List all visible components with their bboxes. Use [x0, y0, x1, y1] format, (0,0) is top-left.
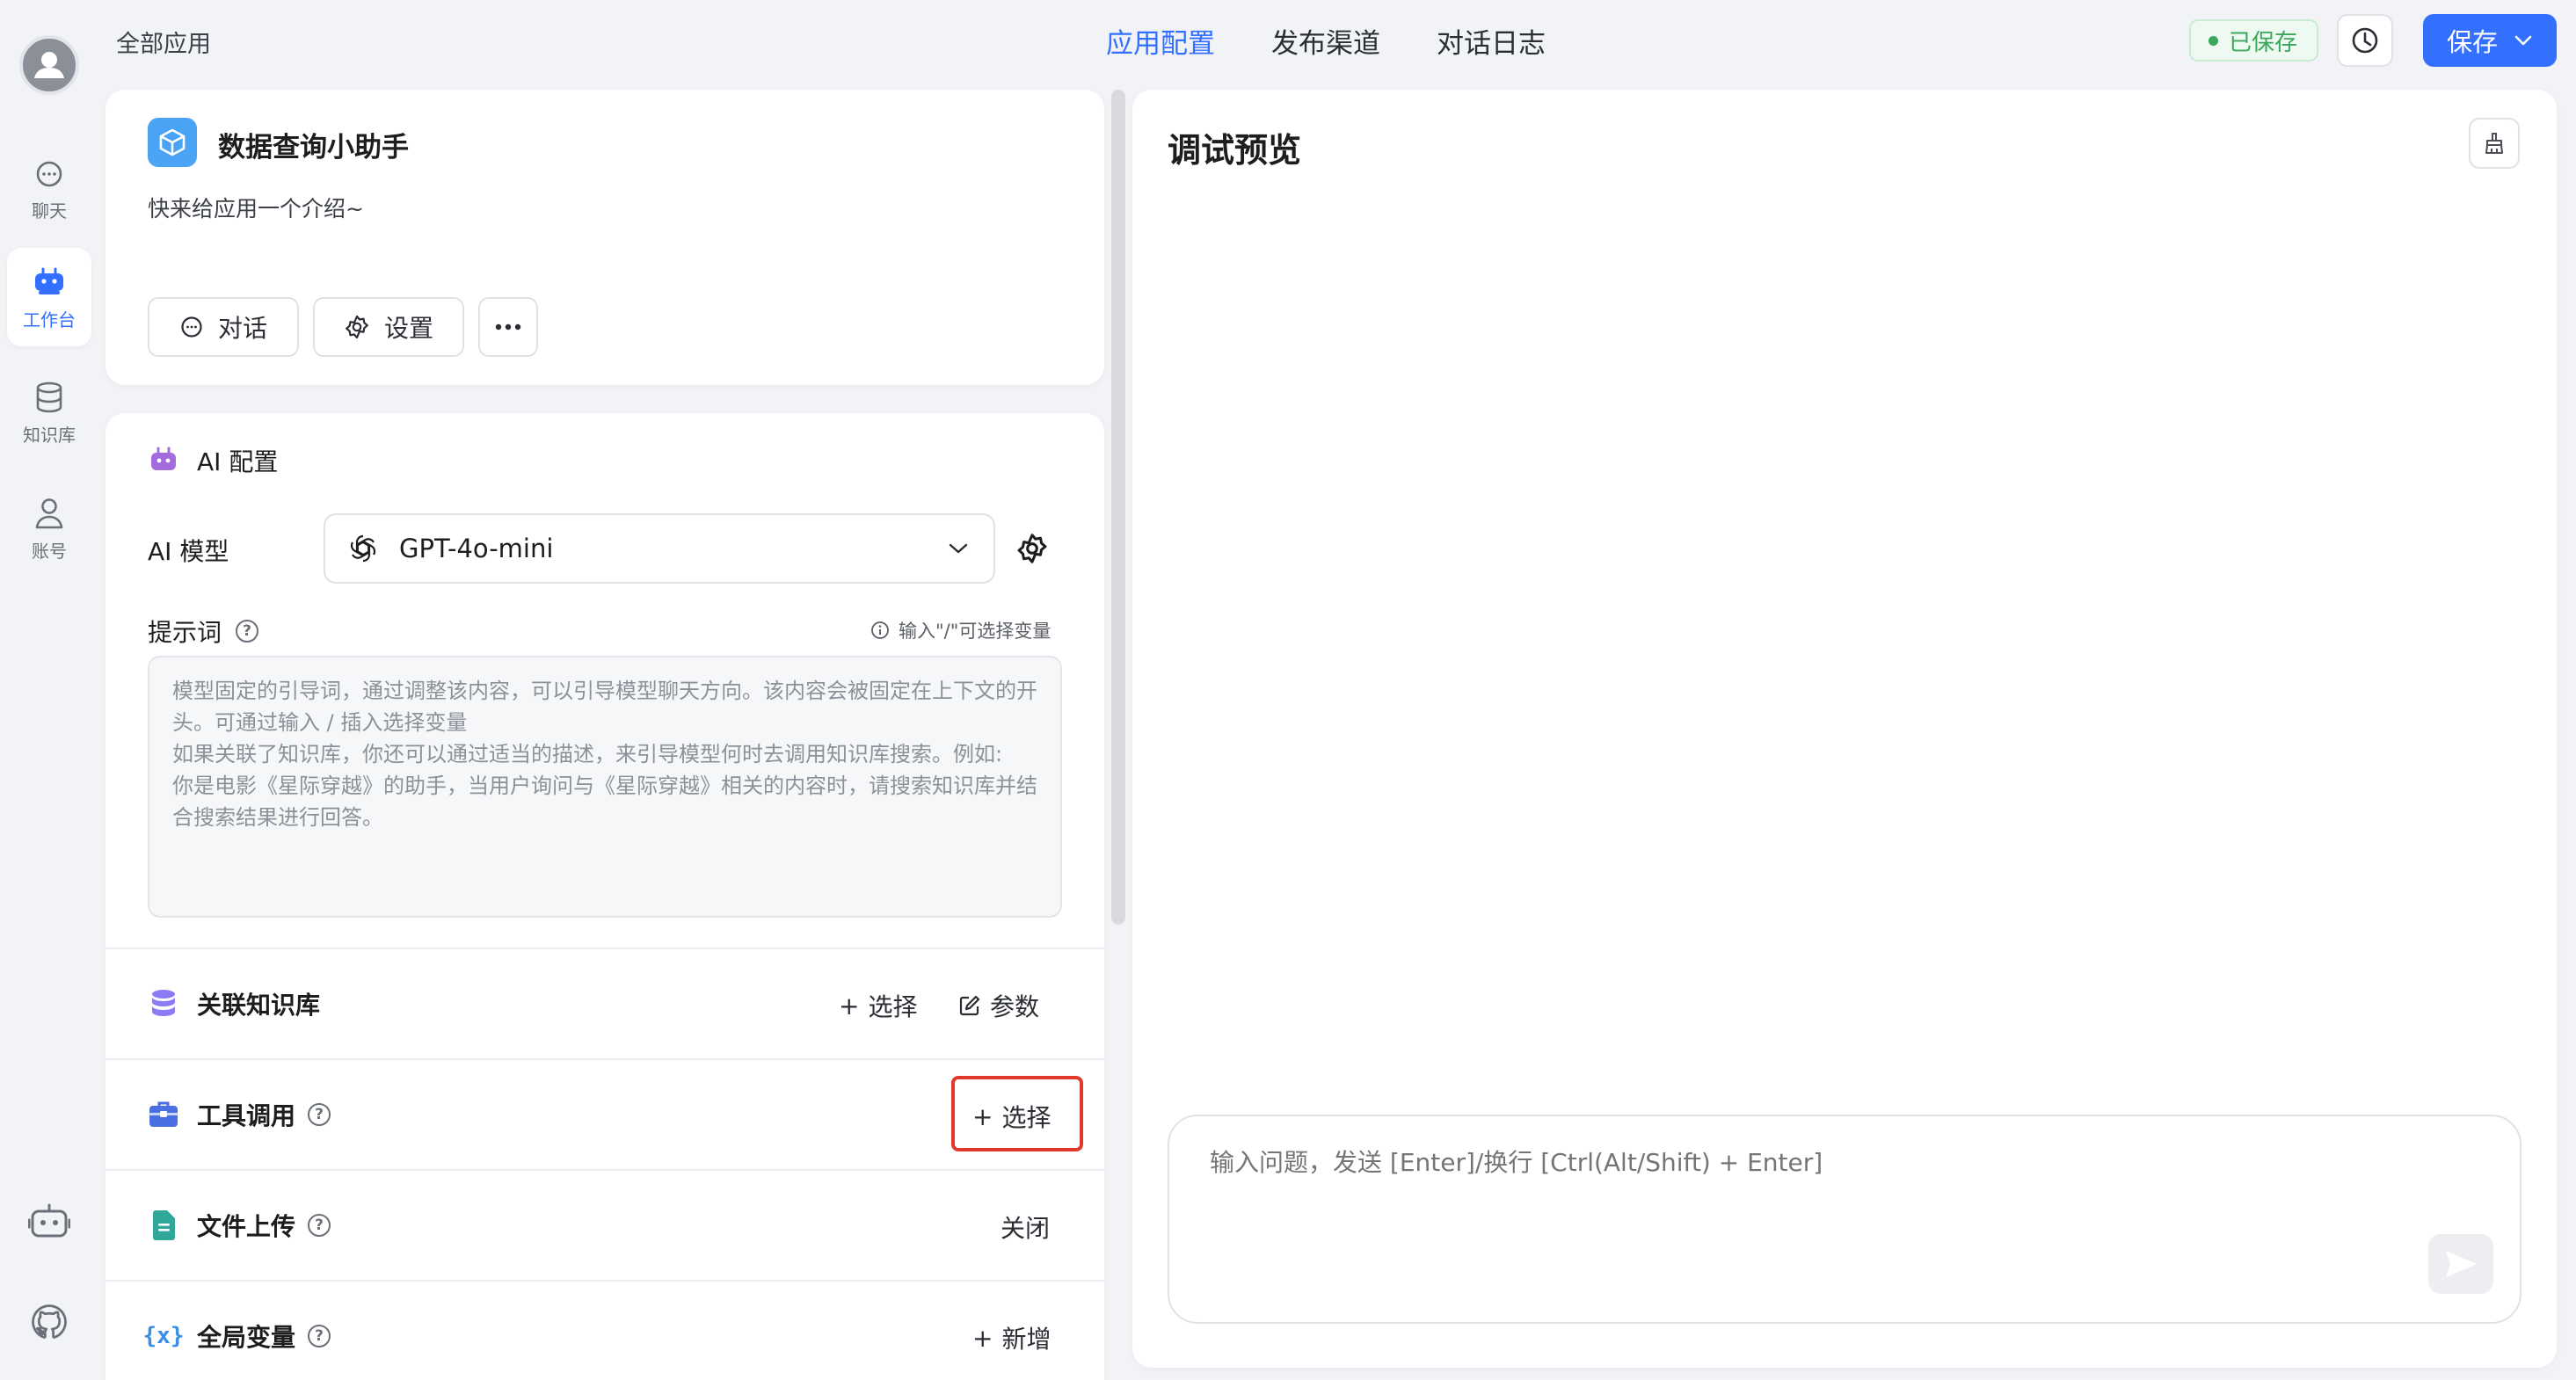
gear-icon [346, 315, 368, 339]
tools-row: 工具调用 ? [148, 1097, 331, 1132]
toolbox-icon [148, 1099, 179, 1130]
nav-chat[interactable]: 聊天 [7, 141, 91, 239]
tab-publish-channels[interactable]: 发布渠道 [1271, 21, 1380, 61]
file-upload-label: 文件上传 [197, 1212, 296, 1241]
nav-workbench[interactable]: 工作台 [7, 248, 91, 346]
prompt-hint-text: 输入"/"可选择变量 [899, 621, 1052, 642]
top-tabs: 应用配置 发布渠道 对话日志 [1106, 21, 1546, 61]
status-dot [2209, 35, 2218, 46]
user-icon [34, 52, 64, 78]
send-icon [2446, 1251, 2477, 1277]
nav-chat-label: 聊天 [32, 200, 67, 222]
database-icon [36, 381, 62, 412]
nav-knowledge[interactable]: 知识库 [7, 364, 91, 462]
user-avatar[interactable] [19, 35, 79, 95]
document-icon [148, 1209, 179, 1241]
history-button[interactable] [2337, 14, 2393, 67]
robot-icon [35, 267, 63, 294]
plus-icon: + [839, 991, 860, 1020]
chevron-down-icon [949, 543, 968, 554]
edit-icon [959, 995, 980, 1016]
tab-chat-logs[interactable]: 对话日志 [1437, 21, 1546, 61]
knowledge-label: 关联知识库 [197, 991, 321, 1020]
file-upload-toggle[interactable]: 关闭 [1001, 1209, 1050, 1245]
ai-model-value: GPT-4o-mini [399, 534, 554, 563]
ai-model-label: AI 模型 [148, 537, 229, 566]
prompt-label-row: 提示词 ? [148, 614, 259, 649]
clear-chat-button[interactable] [2469, 118, 2520, 169]
ai-model-select[interactable]: GPT-4o-mini [324, 513, 995, 584]
plus-icon: + [972, 1323, 993, 1353]
ai-config-header: AI 配置 [148, 443, 278, 478]
nav-account-label: 账号 [32, 540, 67, 562]
tab-app-config[interactable]: 应用配置 [1106, 21, 1215, 61]
left-rail: 聊天 工作台 知识库 账号 [0, 0, 98, 1380]
breadcrumb[interactable]: 全部应用 [116, 25, 211, 59]
chat-input[interactable] [1210, 1148, 2353, 1177]
nav-account[interactable]: 账号 [7, 480, 91, 578]
info-icon [871, 621, 889, 639]
help-icon[interactable]: ? [308, 1103, 331, 1126]
chat-bubble-icon [181, 316, 202, 338]
nav-workbench-label: 工作台 [23, 309, 76, 330]
broom-icon [2485, 133, 2503, 154]
chevron-down-icon [2514, 35, 2532, 46]
prompt-textarea[interactable]: 模型固定的引导词，通过调整该内容，可以引导模型聊天方向。该内容会被固定在上下文的… [148, 656, 1062, 918]
robot-icon [151, 447, 176, 470]
file-upload-row: 文件上传 ? [148, 1208, 331, 1243]
chat-bubble-icon [36, 161, 62, 186]
divider [106, 1169, 1104, 1171]
app-intro[interactable]: 快来给应用一个介绍~ [148, 192, 364, 223]
model-settings-gear-icon[interactable] [1015, 532, 1049, 565]
divider [106, 1058, 1104, 1060]
clock-icon [2352, 27, 2378, 54]
ai-config-title: AI 配置 [197, 447, 279, 476]
saved-status-badge: 已保存 [2189, 19, 2319, 62]
nav-knowledge-label: 知识库 [23, 424, 76, 446]
knowledge-params-label: 参数 [990, 992, 1040, 1021]
prompt-label: 提示词 [148, 618, 222, 647]
global-variables-row: {x} 全局变量 ? [142, 1318, 331, 1354]
app-cube-icon [148, 118, 197, 167]
app-name: 数据查询小助手 [218, 132, 409, 163]
save-button[interactable]: 保存 [2423, 14, 2557, 67]
help-icon[interactable]: ? [308, 1325, 331, 1347]
knowledge-params-button[interactable]: 参数 [958, 988, 1039, 1023]
highlight-box [951, 1076, 1083, 1151]
preview-title: 调试预览 [1168, 131, 1302, 170]
chat-button[interactable]: 对话 [148, 297, 299, 357]
help-icon[interactable]: ? [308, 1214, 331, 1237]
add-variable-label: 新增 [1001, 1325, 1052, 1354]
database-icon [148, 988, 179, 1020]
knowledge-row: 关联知识库 [148, 986, 320, 1021]
chat-button-label: 对话 [217, 314, 267, 343]
more-button[interactable] [478, 297, 538, 357]
divider [106, 1280, 1104, 1282]
save-button-label: 保存 [2446, 27, 2498, 57]
send-button[interactable] [2428, 1234, 2493, 1294]
variable-braces-icon: {x} [142, 1323, 185, 1349]
add-variable-button[interactable]: + 新增 [972, 1320, 1051, 1355]
knowledge-select-button[interactable]: + 选择 [839, 988, 917, 1023]
prompt-variable-hint: 输入"/"可选择变量 [870, 617, 1051, 643]
help-icon[interactable]: ? [236, 620, 259, 643]
divider [106, 948, 1104, 949]
bot-icon[interactable] [28, 1202, 70, 1241]
chat-input-box [1168, 1115, 2521, 1324]
openai-logo-icon [350, 534, 376, 563]
global-variables-label: 全局变量 [197, 1323, 296, 1352]
github-icon[interactable] [30, 1303, 69, 1341]
config-scrollbar[interactable] [1111, 90, 1125, 925]
more-dots-icon [495, 323, 521, 330]
settings-button[interactable]: 设置 [313, 297, 464, 357]
settings-button-label: 设置 [383, 314, 433, 343]
person-icon [35, 498, 63, 528]
saved-status-text: 已保存 [2229, 29, 2298, 56]
knowledge-select-label: 选择 [868, 992, 918, 1021]
tools-label: 工具调用 [197, 1101, 296, 1130]
